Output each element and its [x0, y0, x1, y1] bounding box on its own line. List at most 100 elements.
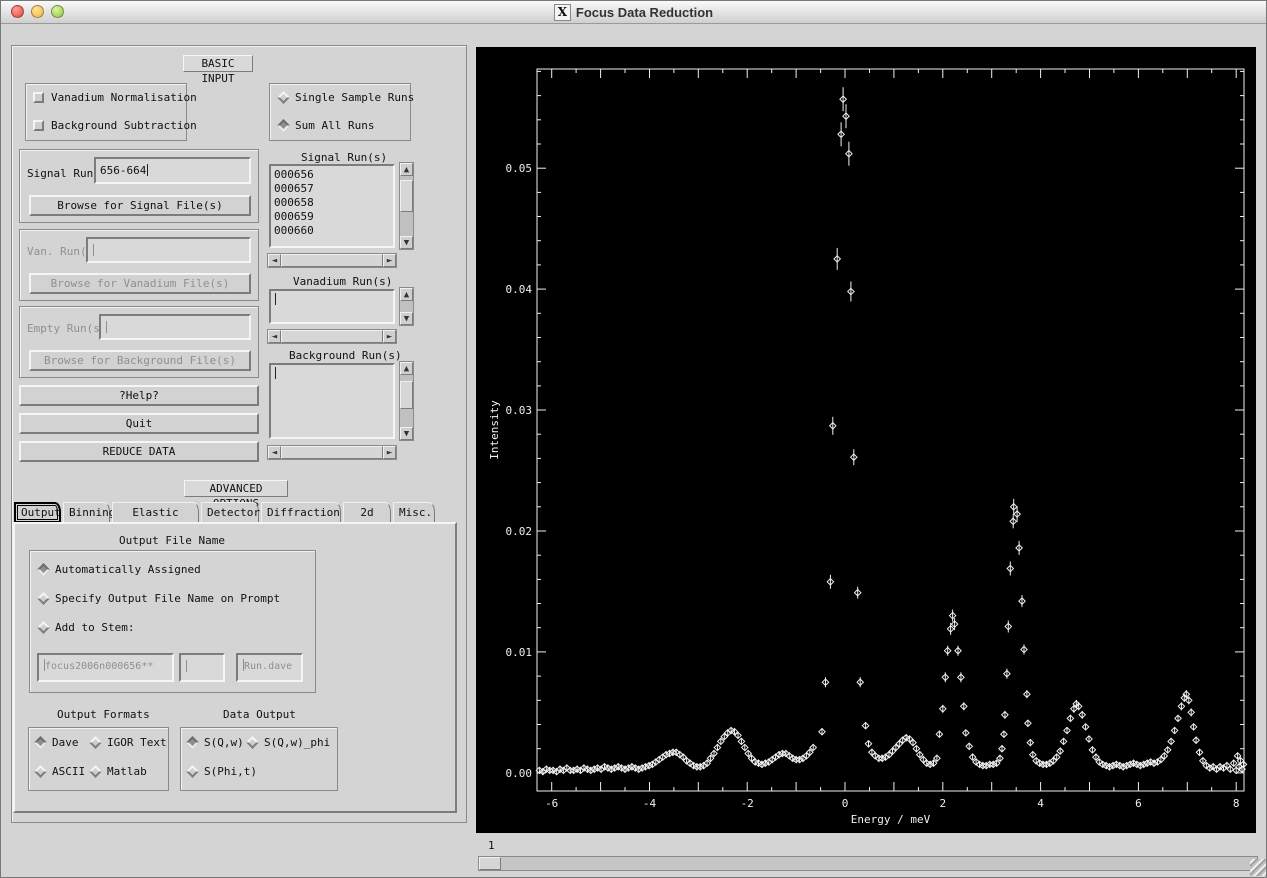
radio-add-to-stem[interactable]: Add to Stem: [39, 621, 134, 634]
radio-sum-all-runs[interactable]: Sum All Runs [279, 119, 374, 132]
quit-button[interactable]: Quit [19, 413, 259, 434]
vanadium-list-hscrollbar[interactable]: ◄ ► [267, 329, 397, 344]
scroll-left-icon[interactable]: ◄ [268, 254, 281, 267]
svg-text:Intensity: Intensity [488, 400, 501, 460]
close-button[interactable] [11, 5, 24, 18]
tab-bar: Output Binning Elastic Line Detector Dif… [13, 502, 457, 523]
svg-text:2: 2 [939, 797, 946, 810]
svg-text:-2: -2 [741, 797, 754, 810]
scroll-right-icon[interactable]: ► [383, 330, 396, 343]
text-cursor [147, 164, 148, 176]
radio-indicator [277, 119, 290, 132]
list-item[interactable]: 000657 [274, 182, 390, 196]
minimize-button[interactable] [31, 5, 44, 18]
svg-text:-4: -4 [643, 797, 657, 810]
scroll-thumb[interactable] [400, 180, 413, 212]
svg-text:0.05: 0.05 [506, 162, 533, 175]
signal-list-hscrollbar[interactable]: ◄ ► [267, 253, 397, 268]
radio-specify-output-file-name[interactable]: Specify Output File Name on Prompt [39, 592, 280, 605]
reduce-data-button[interactable]: REDUCE DATA [19, 441, 259, 462]
output-formats-title: Output Formats [57, 708, 150, 721]
checkbox-vanadium-normalisation[interactable]: Vanadium Normalisation [33, 91, 197, 104]
radio-matlab[interactable]: Matlab [91, 765, 147, 778]
text-cursor [186, 660, 187, 672]
empty-run-input [99, 314, 251, 340]
radio-automatically-assigned[interactable]: Automatically Assigned [39, 563, 201, 576]
scroll-thumb[interactable] [479, 857, 501, 870]
scroll-thumb[interactable] [281, 330, 383, 343]
scroll-up-icon[interactable]: ▲ [400, 288, 413, 301]
browse-vanadium-button: Browse for Vanadium File(s) [29, 273, 251, 294]
list-item[interactable]: 000660 [274, 224, 390, 238]
radio-sphit[interactable]: S(Phi,t) [188, 765, 257, 778]
tab-misc[interactable]: Misc. [393, 502, 435, 523]
radio-indicator [34, 736, 47, 749]
scroll-down-icon[interactable]: ▼ [400, 236, 413, 249]
radio-igor-text[interactable]: IGOR Text [91, 736, 167, 749]
tab-elastic-line[interactable]: Elastic Line [112, 502, 199, 523]
radio-sqw-phi[interactable]: S(Q,w)_phi [248, 736, 330, 749]
stem-suffix-input [179, 653, 225, 682]
radio-indicator [186, 736, 199, 749]
plot-area: -6-4-2024680.000.010.020.030.040.05Energ… [476, 47, 1256, 833]
list-item[interactable]: 000658 [274, 196, 390, 210]
background-list-hscrollbar[interactable]: ◄ ► [267, 445, 397, 460]
radio-single-sample-runs[interactable]: Single Sample Runs [279, 91, 414, 104]
list-item[interactable]: 000659 [274, 210, 390, 224]
scroll-thumb[interactable] [281, 446, 383, 459]
vanadium-run-listbox[interactable] [269, 289, 395, 324]
scroll-down-icon[interactable]: ▼ [400, 312, 413, 325]
radio-indicator [186, 765, 199, 778]
window-title: Focus Data Reduction [576, 5, 713, 20]
scroll-thumb[interactable] [281, 254, 383, 267]
radio-indicator [37, 563, 50, 576]
svg-text:6: 6 [1135, 797, 1142, 810]
resize-grip-icon[interactable] [1250, 859, 1267, 876]
radio-dave[interactable]: Dave [36, 736, 79, 749]
scroll-up-icon[interactable]: ▲ [400, 163, 413, 176]
x11-icon: X [554, 4, 571, 21]
text-cursor [106, 321, 107, 333]
radio-ascii[interactable]: ASCII [36, 765, 85, 778]
titlebar[interactable]: X Focus Data Reduction [1, 1, 1266, 24]
svg-text:0.00: 0.00 [506, 767, 533, 780]
list-item[interactable]: 000656 [274, 168, 390, 182]
radio-indicator [89, 736, 102, 749]
scroll-right-icon[interactable]: ► [383, 446, 396, 459]
help-button[interactable]: ?Help? [19, 385, 259, 406]
checkbox-background-subtraction[interactable]: Background Subtraction [33, 119, 197, 132]
vanadium-list-vscrollbar[interactable]: ▲ ▼ [399, 287, 414, 326]
scroll-thumb[interactable] [400, 381, 413, 409]
signal-run-input[interactable]: 656-664 [94, 157, 251, 184]
svg-text:0.04: 0.04 [506, 283, 533, 296]
signal-run-listbox[interactable]: 000656 000657 000658 000659 000660 [269, 164, 395, 248]
signal-list-vscrollbar[interactable]: ▲ ▼ [399, 162, 414, 250]
checkbox-indicator [33, 120, 44, 131]
svg-text:0.02: 0.02 [506, 525, 533, 538]
background-list-vscrollbar[interactable]: ▲ ▼ [399, 361, 414, 441]
radio-indicator [37, 621, 50, 634]
browse-background-button: Browse for Background File(s) [29, 350, 251, 371]
browse-signal-button[interactable]: Browse for Signal File(s) [29, 195, 251, 216]
tab-diffraction[interactable]: Diffraction [261, 502, 341, 523]
background-run-listbox[interactable] [269, 363, 395, 439]
zoom-button[interactable] [51, 5, 64, 18]
advanced-options-section-label: ADVANCED OPTIONS [184, 480, 288, 497]
vanadium-list-title: Vanadium Run(s) [293, 275, 392, 288]
scroll-down-icon[interactable]: ▼ [400, 427, 413, 440]
output-file-name-title: Output File Name [119, 534, 225, 547]
tab-detector[interactable]: Detector [201, 502, 259, 523]
radio-sqw[interactable]: S(Q,w) [188, 736, 244, 749]
scroll-right-icon[interactable]: ► [383, 254, 396, 267]
vanadium-run-input [86, 237, 251, 263]
scroll-left-icon[interactable]: ◄ [268, 446, 281, 459]
svg-text:-6: -6 [545, 797, 558, 810]
svg-text:Energy / meV: Energy / meV [851, 813, 931, 826]
scroll-up-icon[interactable]: ▲ [400, 362, 413, 375]
plot-hscrollbar[interactable] [478, 856, 1258, 871]
scroll-left-icon[interactable]: ◄ [268, 330, 281, 343]
tab-binning[interactable]: Binning [63, 502, 110, 523]
svg-text:8: 8 [1233, 797, 1240, 810]
tab-2d-det[interactable]: 2d Det. [343, 502, 391, 523]
tab-output[interactable]: Output [14, 502, 61, 523]
